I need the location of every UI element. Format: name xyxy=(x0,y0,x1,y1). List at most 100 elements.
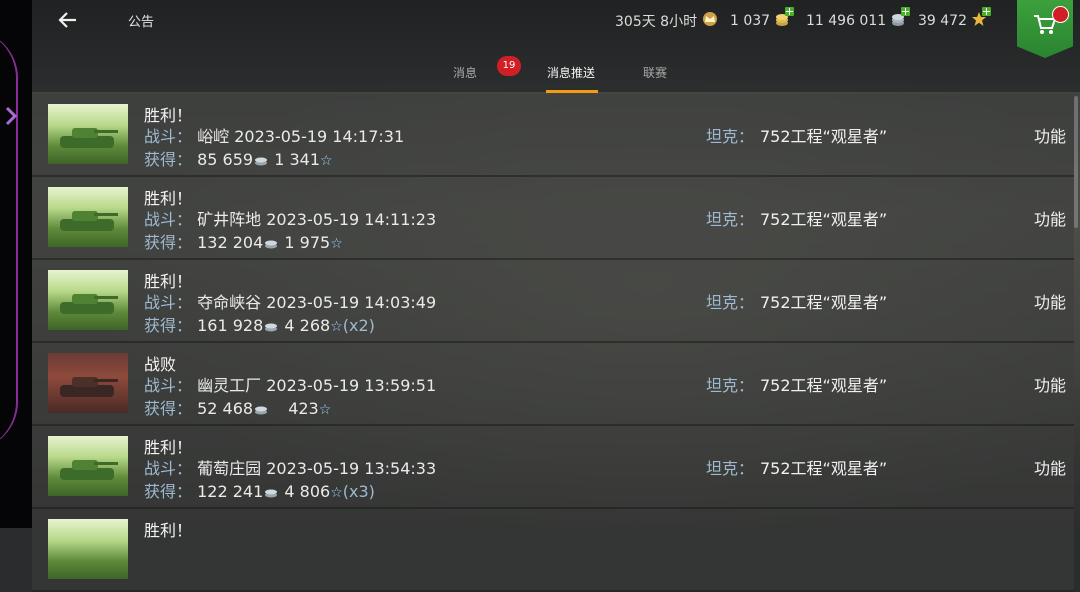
tab-messages[interactable]: 消息 xyxy=(453,64,477,81)
battle-info: 战斗： 葡萄庄园 2023-05-19 13:54:33 xyxy=(144,455,436,479)
xp-star-icon: ☆ xyxy=(330,485,343,501)
gold-balance[interactable]: 1 037 xyxy=(730,7,795,31)
earnings: 获得： 161 928 4 268☆(x2) xyxy=(144,312,375,336)
list-item[interactable]: 胜利！ xyxy=(32,509,1074,592)
map-name: 峪崆 xyxy=(197,127,230,146)
function-button[interactable]: 功能 xyxy=(1034,372,1066,396)
credits-earned: 52 468 xyxy=(197,399,254,418)
battle-label: 战斗： xyxy=(144,376,193,395)
tank-icon xyxy=(60,460,118,480)
battle-label: 战斗： xyxy=(144,210,193,229)
xp-star-icon: ☆ xyxy=(320,153,333,169)
tank-icon xyxy=(60,294,118,314)
silver-coin-icon xyxy=(265,489,278,497)
free-xp-star-icon xyxy=(971,7,991,31)
credits-earned: 122 241 xyxy=(197,482,264,501)
unread-count-badge: 19 xyxy=(497,56,521,76)
back-arrow-icon[interactable] xyxy=(56,8,80,32)
earnings: 获得： 85 659 1 341☆ xyxy=(144,146,333,170)
add-credits-icon[interactable] xyxy=(901,7,911,16)
map-name: 矿井阵地 xyxy=(197,210,262,229)
list-item[interactable]: 胜利！ 战斗： 矿井阵地 2023-05-19 14:11:23 获得： 132… xyxy=(32,177,1074,260)
credits-balance[interactable]: 11 496 011 xyxy=(806,7,911,31)
xp-earned: 1 341 xyxy=(274,150,320,169)
battle-info: 战斗： 峪崆 2023-05-19 14:17:31 xyxy=(144,123,404,147)
tank-label: 坦克： xyxy=(706,376,755,395)
chevron-right-icon[interactable] xyxy=(3,104,19,128)
function-button[interactable]: 功能 xyxy=(1034,289,1066,313)
battle-result-list: 胜利！ 战斗： 峪崆 2023-05-19 14:17:31 获得： 85 65… xyxy=(32,94,1074,592)
earned-label: 获得： xyxy=(144,399,193,418)
silver-coin-icon xyxy=(255,157,268,165)
battle-datetime: 2023-05-19 14:03:49 xyxy=(266,293,437,312)
tank-thumbnail xyxy=(48,353,128,413)
earnings: 获得： 52 468 423☆ xyxy=(144,395,331,419)
list-item[interactable]: 胜利！ 战斗： 夺命峡谷 2023-05-19 14:03:49 获得： 161… xyxy=(32,260,1074,343)
battle-info: 战斗： 矿井阵地 2023-05-19 14:11:23 xyxy=(144,206,436,230)
map-name: 夺命峡谷 xyxy=(197,293,262,312)
tank-name: 752工程“观星者” xyxy=(760,293,888,312)
list-item[interactable]: 胜利！ 战斗： 峪崆 2023-05-19 14:17:31 获得： 85 65… xyxy=(32,94,1074,177)
battle-result: 胜利！ xyxy=(144,521,193,540)
tank-icon xyxy=(60,128,118,148)
silver-coin-icon xyxy=(255,406,268,414)
scrollbar[interactable] xyxy=(1074,96,1078,228)
add-free-xp-icon[interactable] xyxy=(982,7,991,16)
gold-coin-icon xyxy=(774,7,795,31)
tank-name: 752工程“观星者” xyxy=(760,127,888,146)
function-button[interactable]: 功能 xyxy=(1034,206,1066,230)
earned-label: 获得： xyxy=(144,233,193,252)
tank-thumbnail xyxy=(48,436,128,496)
xp-multiplier: (x3) xyxy=(342,482,375,501)
credits-earned: 161 928 xyxy=(197,316,264,335)
list-item[interactable]: 战败 战斗： 幽灵工厂 2023-05-19 13:59:51 获得： 52 4… xyxy=(32,343,1074,426)
battle-datetime: 2023-05-19 14:11:23 xyxy=(266,210,437,229)
page-title: 公告 xyxy=(128,15,155,30)
tank-label: 坦克： xyxy=(706,210,755,229)
tab-league[interactable]: 联赛 xyxy=(643,64,667,81)
shop-badge xyxy=(1052,6,1069,23)
earnings: 获得： 132 204 1 975☆ xyxy=(144,229,343,253)
battle-label: 战斗： xyxy=(144,459,193,478)
xp-earned: 4 806 xyxy=(284,482,331,501)
credits-earned: 85 659 xyxy=(197,150,254,169)
tank-thumbnail xyxy=(48,270,128,330)
battle-datetime: 2023-05-19 13:54:33 xyxy=(266,459,437,478)
active-tab-indicator xyxy=(546,90,598,93)
tank-icon xyxy=(60,211,118,231)
premium-time[interactable]: 305天 8小时 xyxy=(615,11,719,31)
free-xp-amount: 39 472 xyxy=(918,13,967,29)
credits-amount: 11 496 011 xyxy=(806,13,887,29)
map-name: 葡萄庄园 xyxy=(197,459,262,478)
xp-earned: 1 975 xyxy=(284,233,331,252)
earned-label: 获得： xyxy=(144,150,193,169)
silver-coin-icon xyxy=(265,323,278,331)
free-xp-balance[interactable]: 39 472 xyxy=(918,7,991,31)
xp-star-icon: ☆ xyxy=(330,319,343,335)
battle-label: 战斗： xyxy=(144,293,193,312)
add-gold-icon[interactable] xyxy=(785,7,795,16)
tank-label: 坦克： xyxy=(706,127,755,146)
xp-earned: 423 xyxy=(288,399,319,418)
map-name: 幽灵工厂 xyxy=(197,376,262,395)
side-panel-strip xyxy=(0,0,32,528)
battle-datetime: 2023-05-19 13:59:51 xyxy=(266,376,437,395)
battle-label: 战斗： xyxy=(144,127,193,146)
list-item[interactable]: 胜利！ 战斗： 葡萄庄园 2023-05-19 13:54:33 获得： 122… xyxy=(32,426,1074,509)
tab-push-messages[interactable]: 消息推送 xyxy=(547,64,595,81)
battle-info: 战斗： 幽灵工厂 2023-05-19 13:59:51 xyxy=(144,372,436,396)
earned-label: 获得： xyxy=(144,482,193,501)
xp-earned: 4 268 xyxy=(284,316,331,335)
tank-label: 坦克： xyxy=(706,293,755,312)
tank-icon xyxy=(60,377,118,397)
tank-name: 752工程“观星者” xyxy=(760,210,888,229)
function-button[interactable]: 功能 xyxy=(1034,455,1066,479)
premium-crown-icon xyxy=(701,11,719,31)
side-curve xyxy=(0,30,18,450)
battle-info: 战斗： 夺命峡谷 2023-05-19 14:03:49 xyxy=(144,289,436,313)
tank-thumbnail xyxy=(48,104,128,164)
silver-coin-icon xyxy=(265,240,278,248)
function-button[interactable]: 功能 xyxy=(1034,123,1066,147)
xp-star-icon: ☆ xyxy=(318,402,332,418)
gold-amount: 1 037 xyxy=(730,13,771,29)
